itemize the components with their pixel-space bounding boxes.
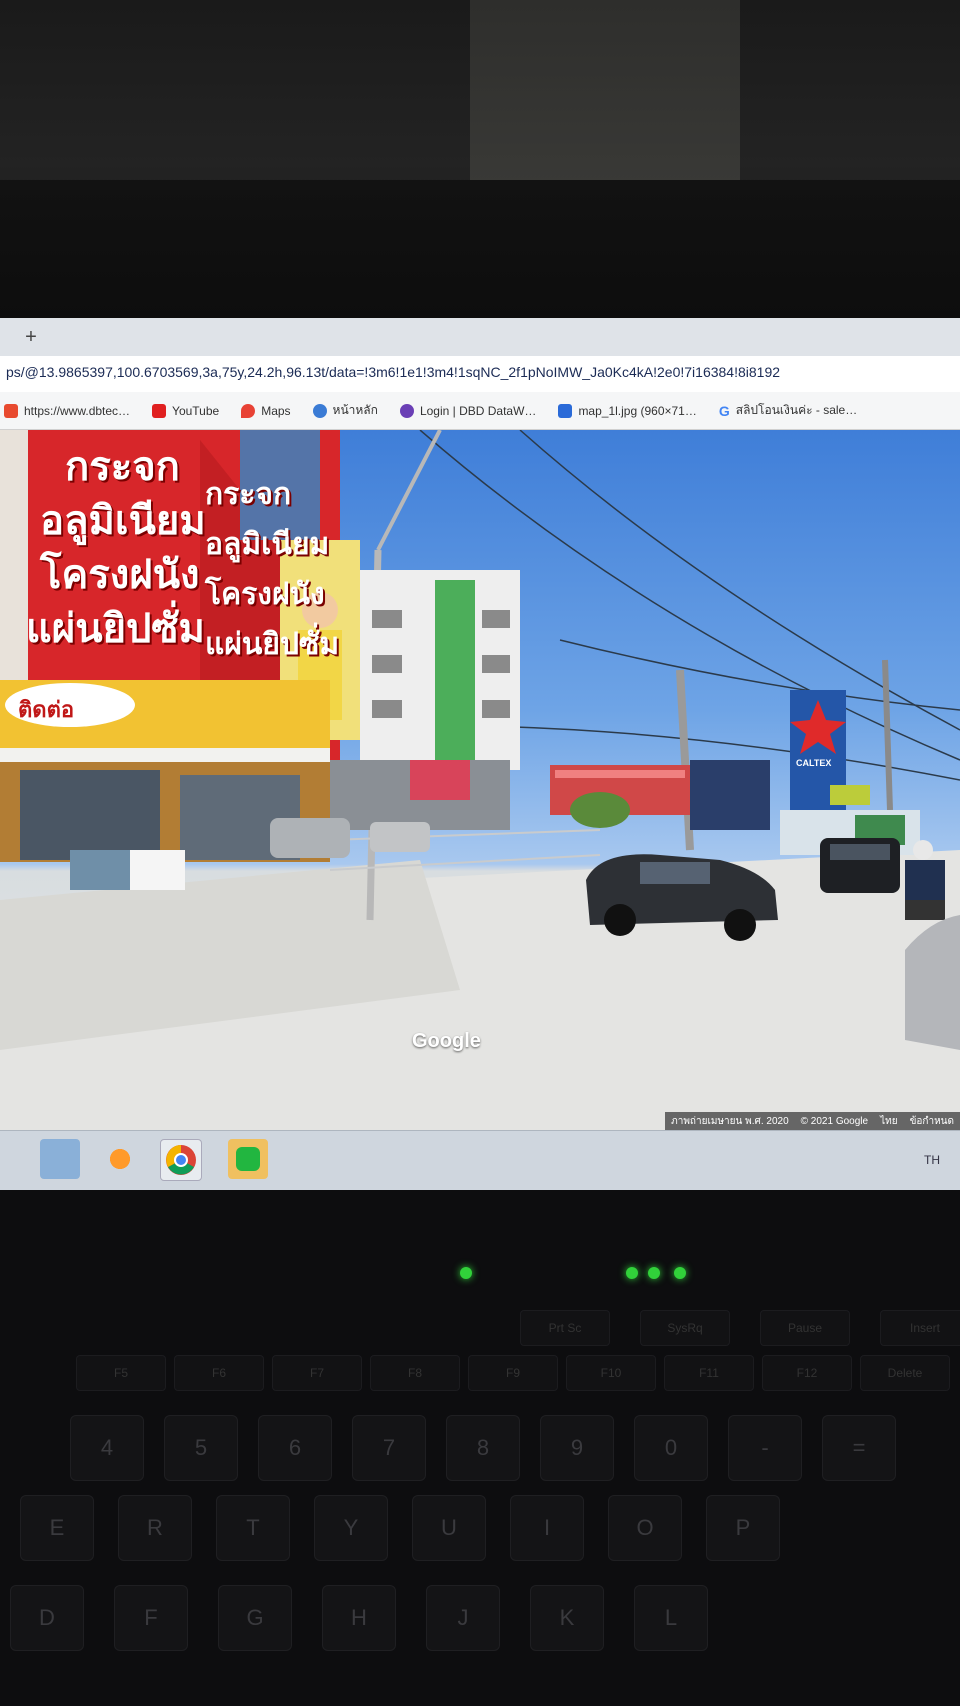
bookmark-map-image[interactable]: map_1l.jpg (960×71… xyxy=(558,403,697,418)
key-f6[interactable]: F6 xyxy=(174,1355,264,1391)
shop-sign-line: แผ่นยิปซั่ม xyxy=(26,606,205,652)
browser-tab-strip: + xyxy=(0,318,960,357)
taskbar: TH xyxy=(0,1130,960,1191)
key-insert[interactable]: Insert xyxy=(880,1310,960,1346)
key-f7[interactable]: F7 xyxy=(272,1355,362,1391)
status-led xyxy=(626,1267,638,1279)
dbd-icon xyxy=(399,403,414,418)
shop-sign-line: โครงฝนัง xyxy=(40,552,200,598)
google-icon: G xyxy=(718,402,730,419)
key-equals[interactable]: = xyxy=(822,1415,896,1481)
key-u[interactable]: U xyxy=(412,1495,486,1561)
url-text[interactable]: ps/@13.9865397,100.6703569,3a,75y,24.2h,… xyxy=(6,364,946,384)
key-y[interactable]: Y xyxy=(314,1495,388,1561)
bookmark-label: YouTube xyxy=(172,403,220,418)
key-7[interactable]: 7 xyxy=(352,1415,426,1481)
canopy-text: ติดต่อ xyxy=(18,698,75,723)
key-sysrq[interactable]: SysRq xyxy=(640,1310,730,1346)
laptop-keyboard-area: Prt Sc SysRq Pause Insert F5 F6 F7 F8 F9… xyxy=(0,1190,960,1706)
car-black-right xyxy=(820,838,900,893)
youtube-icon xyxy=(152,403,167,418)
street-view-attribution: ภาพถ่ายเมษายน พ.ศ. 2020 © 2021 Google ไท… xyxy=(665,1112,960,1130)
side-sign-line: โครงฝนัง xyxy=(205,577,325,612)
maps-pin-icon xyxy=(241,403,256,418)
key-prtsc[interactable]: Prt Sc xyxy=(520,1310,610,1346)
capture-date[interactable]: ภาพถ่ายเมษายน พ.ศ. 2020 xyxy=(671,1114,789,1129)
language-link[interactable]: ไทย xyxy=(880,1114,897,1129)
key-f12[interactable]: F12 xyxy=(762,1355,852,1391)
chrome-icon[interactable] xyxy=(160,1139,202,1181)
terms-link[interactable]: ข้อกำหนด xyxy=(910,1114,954,1129)
status-led xyxy=(674,1267,686,1279)
language-indicator[interactable]: TH xyxy=(924,1153,940,1167)
bookmark-maps[interactable]: Maps xyxy=(241,403,291,418)
key-d[interactable]: D xyxy=(10,1585,84,1651)
key-e[interactable]: E xyxy=(20,1495,94,1561)
key-t[interactable]: T xyxy=(216,1495,290,1561)
bookmark-label: https://www.dbtec… xyxy=(24,403,131,418)
bookmark-youtube[interactable]: YouTube xyxy=(152,403,220,418)
shop-sign-line: กระจก xyxy=(65,444,180,490)
key-f5[interactable]: F5 xyxy=(76,1355,166,1391)
key-4[interactable]: 4 xyxy=(70,1415,144,1481)
line-icon[interactable] xyxy=(228,1139,268,1179)
key-h[interactable]: H xyxy=(322,1585,396,1651)
key-f9[interactable]: F9 xyxy=(468,1355,558,1391)
key-f10[interactable]: F10 xyxy=(566,1355,656,1391)
new-tab-button[interactable]: + xyxy=(18,324,44,350)
side-sign-line: แผ่นยิปซั่ม xyxy=(205,627,340,662)
key-f[interactable]: F xyxy=(114,1585,188,1651)
bookmark-home[interactable]: หน้าหลัก xyxy=(312,401,378,420)
page-icon xyxy=(4,403,18,418)
image-icon xyxy=(558,403,573,418)
laptop-screen: + ps/@13.9865397,100.6703569,3a,75y,24.2… xyxy=(0,318,960,1191)
key-p[interactable]: P xyxy=(706,1495,780,1561)
key-i[interactable]: I xyxy=(510,1495,584,1561)
address-bar[interactable]: ps/@13.9865397,100.6703569,3a,75y,24.2h,… xyxy=(0,356,960,392)
media-player-icon[interactable] xyxy=(100,1139,140,1179)
key-9[interactable]: 9 xyxy=(540,1415,614,1481)
key-6[interactable]: 6 xyxy=(258,1415,332,1481)
key-j[interactable]: J xyxy=(426,1585,500,1651)
key-o[interactable]: O xyxy=(608,1495,682,1561)
monitor-bezel-top xyxy=(0,180,960,320)
key-minus[interactable]: - xyxy=(728,1415,802,1481)
bookmark-label: หน้าหลัก xyxy=(332,403,378,417)
street-view-panorama[interactable]: กระจก อลูมิเนียม โครงฝนัง แผ่นยิปซั่ม กร… xyxy=(0,430,960,1130)
status-led xyxy=(648,1267,660,1279)
wall-light-patch xyxy=(470,0,740,200)
globe-icon xyxy=(312,403,327,418)
key-k[interactable]: K xyxy=(530,1585,604,1651)
key-0[interactable]: 0 xyxy=(634,1415,708,1481)
status-led xyxy=(460,1267,472,1279)
key-delete[interactable]: Delete xyxy=(860,1355,950,1391)
key-f8[interactable]: F8 xyxy=(370,1355,460,1391)
key-8[interactable]: 8 xyxy=(446,1415,520,1481)
side-sign-line: อลูมิเนียม xyxy=(205,527,330,562)
bookmark-slip[interactable]: G สลิปโอนเงินค่ะ - sale… xyxy=(719,401,857,420)
utility-pole xyxy=(882,659,893,811)
chrome-logo xyxy=(166,1145,196,1175)
key-l[interactable]: L xyxy=(634,1585,708,1651)
app-icon[interactable] xyxy=(40,1139,80,1179)
caltex-label: CALTEX xyxy=(796,758,832,768)
bookmark-label: Login | DBD DataW… xyxy=(419,403,537,418)
bookmark-label: Maps xyxy=(261,403,291,418)
key-g[interactable]: G xyxy=(218,1585,292,1651)
key-5[interactable]: 5 xyxy=(164,1415,238,1481)
key-pause[interactable]: Pause xyxy=(760,1310,850,1346)
google-logo: Google xyxy=(412,1030,481,1052)
bookmark-dbd-login[interactable]: Login | DBD DataW… xyxy=(399,403,537,418)
bookmark-dbtec[interactable]: https://www.dbtec… xyxy=(4,403,131,418)
key-r[interactable]: R xyxy=(118,1495,192,1561)
shop-sign-line: อลูมิเนียม xyxy=(40,498,206,544)
bookmarks-bar: https://www.dbtec… YouTube Maps หน้าหลัก… xyxy=(0,392,960,430)
bookmark-label: สลิปโอนเงินค่ะ - sale… xyxy=(735,403,858,417)
key-f11[interactable]: F11 xyxy=(664,1355,754,1391)
copyright: © 2021 Google xyxy=(800,1115,869,1127)
room-background xyxy=(0,0,960,330)
utility-pole xyxy=(676,669,694,851)
bookmark-label: map_1l.jpg (960×71… xyxy=(578,403,697,418)
side-sign-line: กระจก xyxy=(205,477,292,512)
